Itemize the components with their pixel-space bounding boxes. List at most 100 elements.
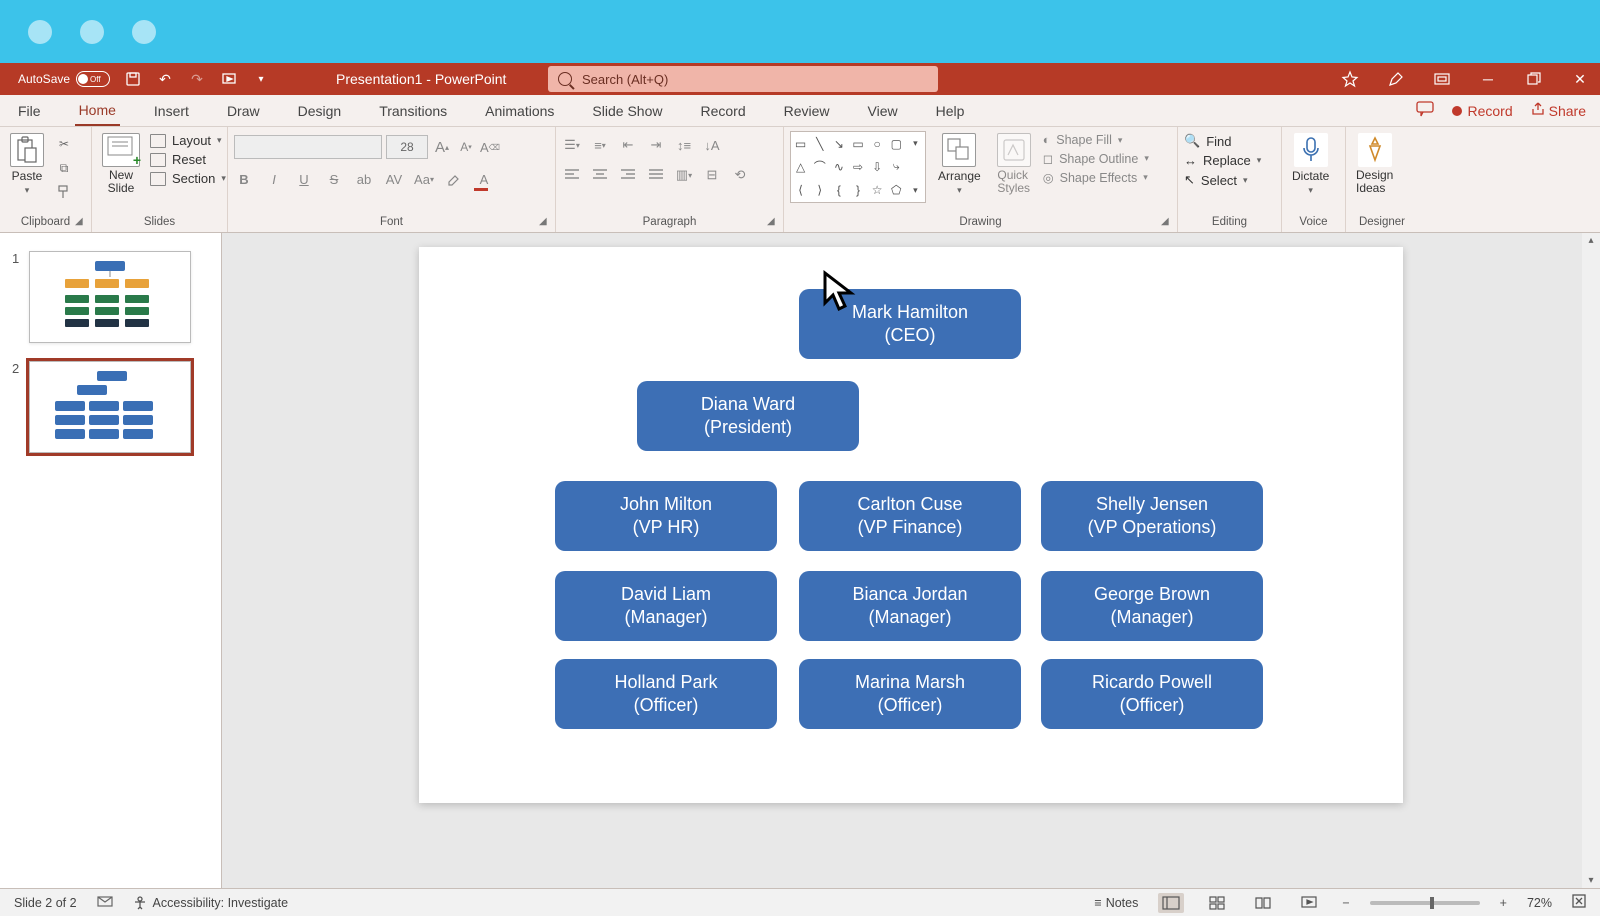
shape-fill-button[interactable]: ◐Shape Fill▾ — [1043, 133, 1149, 147]
paragraph-launcher-icon[interactable]: ◢ — [767, 216, 779, 228]
zoom-in-icon[interactable]: + — [1500, 896, 1507, 910]
shape-more-icon[interactable]: ▾ — [906, 132, 925, 155]
scroll-down-icon[interactable]: ▾ — [1588, 875, 1593, 886]
comments-icon[interactable] — [1416, 101, 1434, 120]
justify-icon[interactable] — [646, 165, 666, 185]
tab-transitions[interactable]: Transitions — [375, 95, 451, 126]
slide-thumbnail-1[interactable] — [29, 251, 191, 343]
org-box-mgr3[interactable]: George Brown (Manager) — [1041, 571, 1263, 641]
shape-oval-icon[interactable]: ○ — [868, 132, 887, 155]
increase-indent-icon[interactable]: ⇥ — [646, 135, 666, 155]
shape-line-icon[interactable]: ╲ — [810, 132, 829, 155]
tab-help[interactable]: Help — [932, 95, 969, 126]
text-shadow-icon[interactable]: ab — [354, 169, 374, 189]
cut-icon[interactable]: ✂ — [54, 135, 74, 153]
maximize-icon[interactable] — [1522, 67, 1546, 91]
shape-star-icon[interactable]: ☆ — [868, 179, 887, 202]
font-name-select[interactable] — [234, 135, 382, 159]
redo-icon[interactable]: ↷ — [188, 70, 206, 88]
normal-view-icon[interactable] — [1158, 893, 1184, 913]
close-icon[interactable]: ✕ — [1568, 67, 1592, 91]
line-spacing-icon[interactable]: ↕≡ — [674, 135, 694, 155]
align-text-icon[interactable]: ⊟ — [702, 165, 722, 185]
strikethrough-icon[interactable]: S — [324, 169, 344, 189]
pen-icon[interactable] — [1384, 67, 1408, 91]
replace-button[interactable]: ↔Replace▾ — [1184, 153, 1261, 168]
premium-icon[interactable] — [1338, 67, 1362, 91]
slideshow-view-icon[interactable] — [1296, 893, 1322, 913]
find-button[interactable]: 🔍Find — [1184, 133, 1261, 149]
slide-counter[interactable]: Slide 2 of 2 — [14, 896, 77, 910]
share-button[interactable]: Share — [1531, 102, 1586, 119]
font-launcher-icon[interactable]: ◢ — [539, 216, 551, 228]
org-box-president[interactable]: Diana Ward (President) — [637, 381, 859, 451]
tab-home[interactable]: Home — [75, 95, 120, 126]
reset-button[interactable]: Reset — [150, 152, 226, 167]
paste-button[interactable]: Paste ▾ — [6, 131, 48, 198]
section-button[interactable]: Section▾ — [150, 171, 226, 186]
org-box-off2[interactable]: Marina Marsh (Officer) — [799, 659, 1021, 729]
shape-textbox-icon[interactable]: ▭ — [791, 132, 810, 155]
slide-canvas-area[interactable]: Mark Hamilton (CEO) Diana Ward (Presiden… — [222, 233, 1600, 888]
decrease-font-icon[interactable]: A▾ — [456, 137, 476, 157]
shape-outline-button[interactable]: ◻Shape Outline▾ — [1043, 151, 1149, 166]
org-box-vp1[interactable]: John Milton (VP HR) — [555, 481, 777, 551]
numbering-icon[interactable]: ≡▾ — [590, 135, 610, 155]
tab-slideshow[interactable]: Slide Show — [588, 95, 666, 126]
shape-brace-icon[interactable]: { — [829, 179, 848, 202]
minimize-icon[interactable]: ─ — [1476, 67, 1500, 91]
fit-to-window-icon[interactable] — [1572, 894, 1586, 911]
org-box-vp3[interactable]: Shelly Jensen (VP Operations) — [1041, 481, 1263, 551]
record-button[interactable]: Record — [1452, 103, 1513, 119]
org-box-mgr2[interactable]: Bianca Jordan (Manager) — [799, 571, 1021, 641]
shape-effects-button[interactable]: ◎Shape Effects▾ — [1043, 170, 1149, 185]
copy-icon[interactable]: ⧉ — [54, 159, 74, 177]
shape-callout-icon[interactable]: ⬠ — [887, 179, 906, 202]
autosave-toggle[interactable]: AutoSave Off — [18, 71, 110, 87]
bullets-icon[interactable]: ☰▾ — [562, 135, 582, 155]
slide-canvas[interactable]: Mark Hamilton (CEO) Diana Ward (Presiden… — [419, 247, 1403, 803]
tab-animations[interactable]: Animations — [481, 95, 558, 126]
zoom-out-icon[interactable]: − — [1342, 896, 1349, 910]
italic-icon[interactable]: I — [264, 169, 284, 189]
undo-icon[interactable]: ↶ — [156, 70, 174, 88]
highlight-icon[interactable] — [444, 169, 464, 189]
change-case-icon[interactable]: Aa▾ — [414, 169, 434, 189]
clipboard-launcher-icon[interactable]: ◢ — [75, 216, 87, 228]
ribbon-display-icon[interactable] — [1430, 67, 1454, 91]
underline-icon[interactable]: U — [294, 169, 314, 189]
align-right-icon[interactable] — [618, 165, 638, 185]
accessibility-status[interactable]: Accessibility: Investigate — [133, 896, 288, 910]
notes-button[interactable]: ≡ Notes — [1094, 896, 1138, 910]
shape-rect-icon[interactable]: ▭ — [848, 132, 867, 155]
tab-insert[interactable]: Insert — [150, 95, 193, 126]
zoom-slider[interactable] — [1370, 901, 1480, 905]
increase-font-icon[interactable]: A▴ — [432, 137, 452, 157]
scroll-up-icon[interactable]: ▴ — [1588, 235, 1593, 246]
format-painter-icon[interactable] — [54, 183, 74, 201]
minimize-window-dot[interactable] — [80, 20, 104, 44]
shape-arc-icon[interactable]: ⌒ — [810, 155, 829, 178]
align-center-icon[interactable] — [590, 165, 610, 185]
slide-thumbnail-panel[interactable]: 1 — [0, 233, 222, 888]
org-box-vp2[interactable]: Carlton Cuse (VP Finance) — [799, 481, 1021, 551]
zoom-window-dot[interactable] — [132, 20, 156, 44]
char-spacing-icon[interactable]: AV — [384, 169, 404, 189]
save-icon[interactable] — [124, 70, 142, 88]
quick-styles-button[interactable]: Quick Styles — [993, 131, 1035, 197]
bold-icon[interactable]: B — [234, 169, 254, 189]
tab-file[interactable]: File — [14, 95, 45, 126]
columns-icon[interactable]: ▥▾ — [674, 165, 694, 185]
org-box-off3[interactable]: Ricardo Powell (Officer) — [1041, 659, 1263, 729]
clear-formatting-icon[interactable]: A⌫ — [480, 137, 500, 157]
org-box-mgr1[interactable]: David Liam (Manager) — [555, 571, 777, 641]
smartart-icon[interactable]: ⟲ — [730, 165, 750, 185]
shape-tri-icon[interactable]: △ — [791, 155, 810, 178]
start-from-beginning-icon[interactable] — [220, 70, 238, 88]
tab-draw[interactable]: Draw — [223, 95, 264, 126]
shape-roundrect-icon[interactable]: ▢ — [887, 132, 906, 155]
shape-bracket2-icon[interactable]: ⟩ — [810, 179, 829, 202]
shape-curve-icon[interactable]: ∿ — [829, 155, 848, 178]
text-direction-icon[interactable]: ↓A — [702, 135, 722, 155]
close-window-dot[interactable] — [28, 20, 52, 44]
